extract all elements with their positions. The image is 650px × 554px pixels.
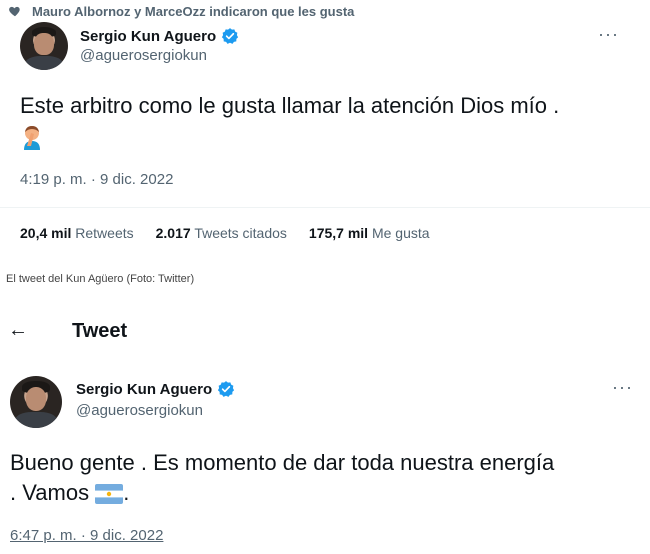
verified-badge-icon <box>222 28 239 44</box>
tweet-stats: 20,4 mil Retweets 2.017 Tweets citados 1… <box>20 225 430 241</box>
page-title: Tweet <box>72 320 128 342</box>
tweet-text-content: Este arbitro como le gusta llamar la ate… <box>20 93 560 118</box>
quote-tweets-label: Tweets citados <box>194 225 287 241</box>
social-context: Mauro Albornoz y MarceOzz indicaron que … <box>8 2 354 20</box>
verified-badge-icon <box>218 381 235 397</box>
more-options-icon[interactable]: ··· <box>612 377 633 398</box>
more-options-icon[interactable]: ··· <box>598 24 619 45</box>
heart-icon <box>9 6 20 17</box>
likes-count: 175,7 mil <box>308 225 369 241</box>
argentina-flag-icon <box>95 484 124 505</box>
tweet-timestamp[interactable]: 6:47 p. m. · 9 dic. 2022 <box>10 527 163 544</box>
author-name[interactable]: Sergio Kun Aguero <box>80 28 216 45</box>
tweet-text: Este arbitro como le gusta llamar la ate… <box>20 91 640 151</box>
author-info: Sergio Kun Aguero @aguerosergiokun <box>80 27 239 64</box>
avatar[interactable] <box>10 376 62 428</box>
author-info: Sergio Kun Aguero @aguerosergiokun <box>76 380 235 419</box>
image-caption: El tweet del Kun Agüero (Foto: Twitter) <box>6 273 195 285</box>
quote-tweets-count: 2.017 <box>155 225 191 241</box>
tweet-text: Bueno gente . Es momento de dar toda nue… <box>10 448 645 508</box>
tweet-text-end: . <box>123 480 130 505</box>
tweet-timestamp[interactable]: 4:19 p. m. · 9 dic. 2022 <box>20 171 173 188</box>
author-handle[interactable]: @aguerosergiokun <box>76 402 235 419</box>
divider <box>0 207 650 208</box>
quote-tweets-stat[interactable]: 2.017 Tweets citados <box>156 225 287 241</box>
tweet-text-line1: Bueno gente . Es momento de dar toda nue… <box>10 450 555 475</box>
author-name[interactable]: Sergio Kun Aguero <box>76 381 212 398</box>
retweets-count: 20,4 mil <box>20 225 72 241</box>
author-handle[interactable]: @aguerosergiokun <box>80 47 239 64</box>
retweets-stat[interactable]: 20,4 mil Retweets <box>20 225 134 241</box>
tweet-text-line2: . Vamos <box>10 480 90 505</box>
likes-label: Me gusta <box>371 225 430 241</box>
man-facepalming-icon <box>24 126 40 151</box>
retweets-label: Retweets <box>75 225 134 241</box>
likes-stat[interactable]: 175,7 mil Me gusta <box>309 225 430 241</box>
social-context-text[interactable]: Mauro Albornoz y MarceOzz indicaron que … <box>32 4 354 19</box>
back-arrow-icon[interactable]: ← <box>8 319 28 342</box>
avatar[interactable] <box>20 22 68 70</box>
